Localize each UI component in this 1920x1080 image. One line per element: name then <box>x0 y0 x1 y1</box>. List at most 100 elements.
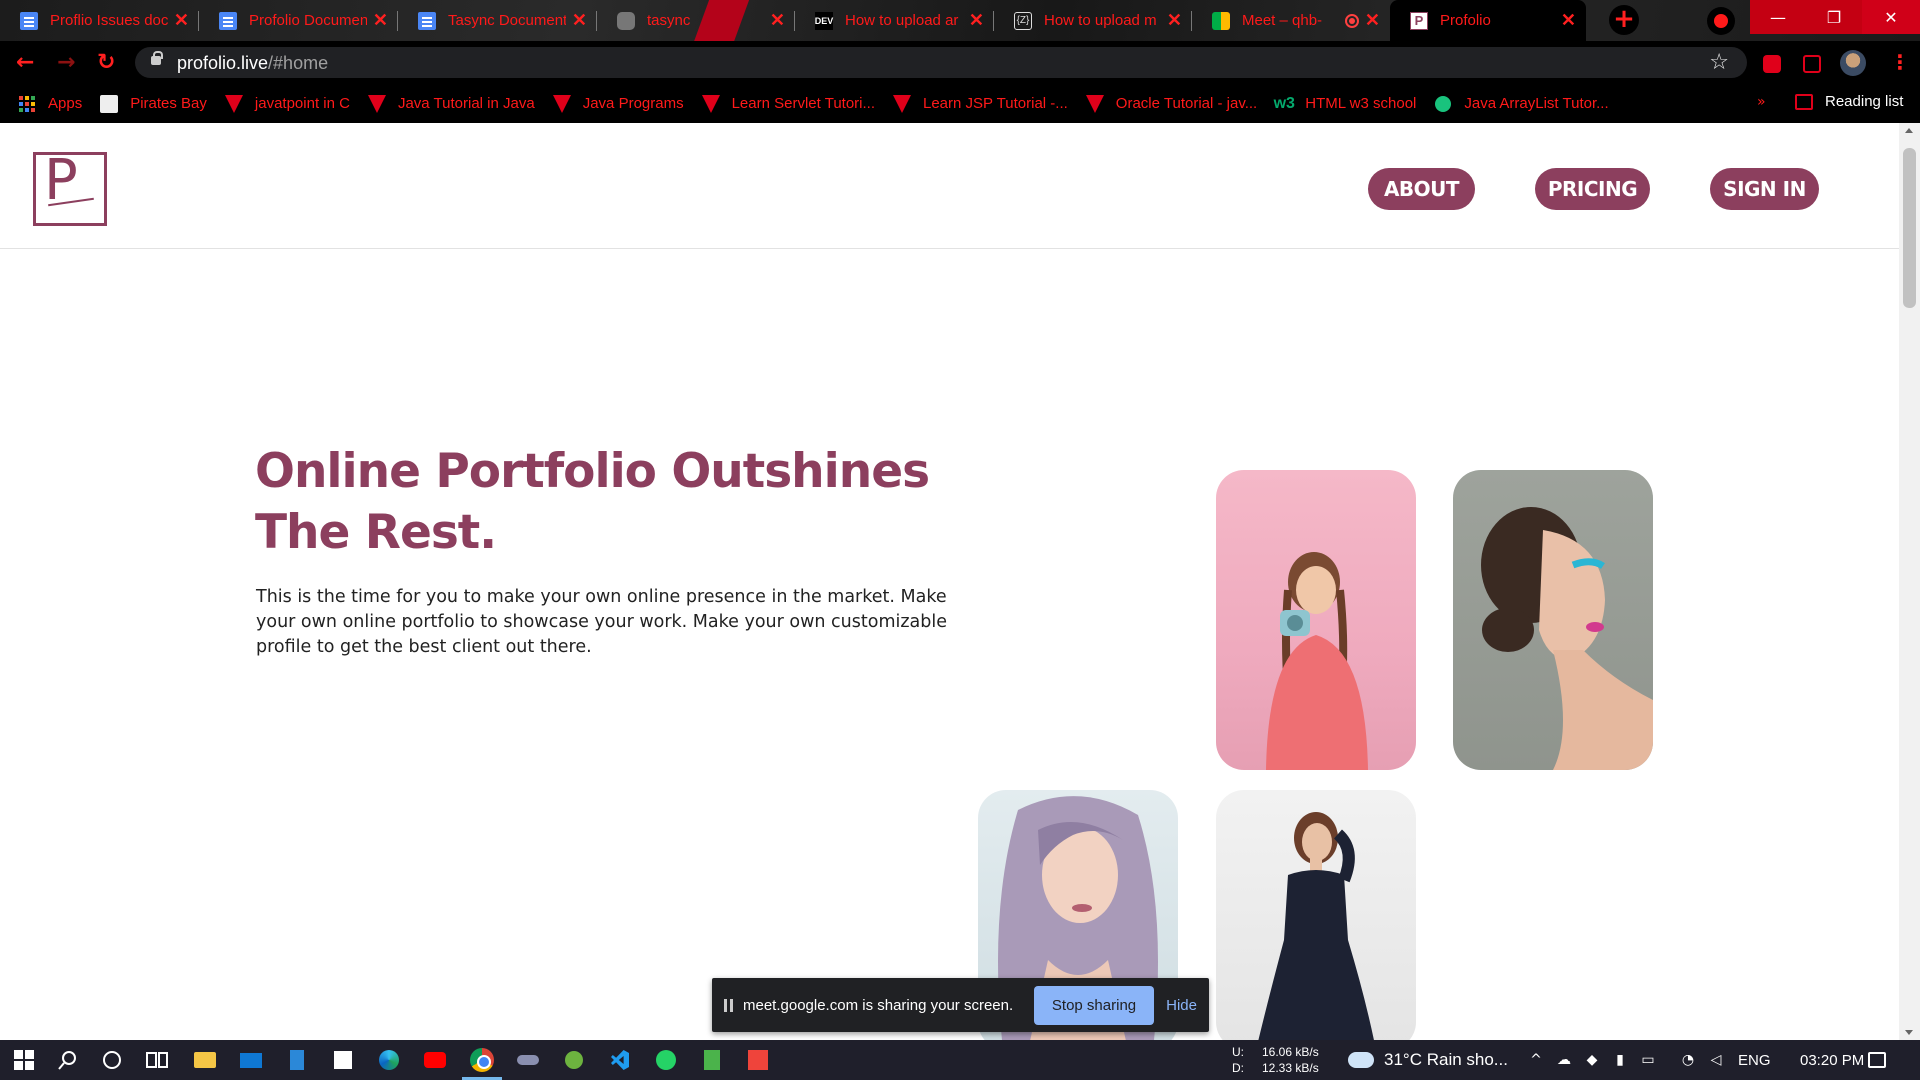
anydesk-icon[interactable] <box>746 1048 770 1072</box>
bookmark-javatpoint-c[interactable]: javatpoint in C <box>224 94 350 113</box>
page-scrollbar[interactable] <box>1899 123 1920 1040</box>
forward-arrow-icon[interactable]: → <box>57 50 75 75</box>
chevron-up-icon[interactable]: ^ <box>1528 1052 1544 1068</box>
nav-sign-in-button[interactable]: SIGN IN <box>1710 168 1819 210</box>
file-explorer-icon[interactable] <box>193 1048 217 1072</box>
bookmark-jsp-tutorial[interactable]: Learn JSP Tutorial -... <box>893 94 1068 113</box>
new-tab-button[interactable]: + <box>1609 5 1639 35</box>
close-window-button[interactable]: ✕ <box>1862 0 1920 34</box>
cortana-icon[interactable] <box>100 1048 124 1072</box>
bookmark-oracle-tutorial[interactable]: Oracle Tutorial - jav... <box>1085 94 1257 113</box>
address-bar[interactable]: profolio.live/#home ☆ <box>135 47 1747 78</box>
site-header: P ABOUT PRICING SIGN IN <box>0 123 1899 249</box>
media-controls-icon[interactable] <box>1803 55 1821 73</box>
stop-sharing-button[interactable]: Stop sharing <box>1033 985 1155 1025</box>
javatpoint-icon <box>1085 94 1104 113</box>
bookmark-java-programs[interactable]: Java Programs <box>552 94 684 113</box>
tab-profolio[interactable]: P Profolio ✕ <box>1390 0 1586 41</box>
tab-proflio-issues[interactable]: Proflio Issues doc ✕ <box>0 0 199 41</box>
pause-icon[interactable] <box>724 998 733 1012</box>
nav-pricing-button[interactable]: PRICING <box>1535 168 1650 210</box>
close-tab-icon[interactable]: ✕ <box>1167 10 1182 31</box>
bookmark-servlet-tutorial[interactable]: Learn Servlet Tutori... <box>701 94 875 113</box>
tab-search-icon[interactable] <box>1707 7 1735 35</box>
minimize-button[interactable]: — <box>1750 0 1806 34</box>
youtube-icon[interactable] <box>423 1048 447 1072</box>
tab-profolio-document[interactable]: Profolio Documen ✕ <box>199 0 398 41</box>
battery-icon[interactable]: ▭ <box>1640 1052 1656 1068</box>
lock-icon[interactable] <box>151 51 163 65</box>
store-icon[interactable] <box>331 1048 355 1072</box>
spreadsheet-icon[interactable] <box>700 1048 724 1072</box>
search-icon[interactable] <box>56 1048 80 1072</box>
weather-widget[interactable]: 31°C Rain sho... <box>1348 1040 1508 1080</box>
onedrive-icon[interactable]: ☁ <box>1556 1052 1572 1068</box>
tab-z-upload[interactable]: {Z} How to upload m ✕ <box>994 0 1192 41</box>
maximize-button[interactable]: ❐ <box>1806 0 1862 34</box>
extensions-icon[interactable] <box>1763 55 1781 73</box>
scroll-up-icon[interactable] <box>1905 128 1913 133</box>
close-tab-icon[interactable]: ✕ <box>770 10 785 31</box>
tab-dev-upload[interactable]: DEV How to upload ar ✕ <box>795 0 994 41</box>
close-tab-icon[interactable]: ✕ <box>572 10 587 31</box>
scroll-thumb[interactable] <box>1903 148 1916 308</box>
bookmark-arraylist-tutorial[interactable]: Java ArrayList Tutor... <box>1434 95 1609 113</box>
reload-icon[interactable]: ↻ <box>97 50 115 75</box>
reading-list-icon <box>1795 93 1813 110</box>
tab-title: How to upload ar <box>845 12 959 29</box>
page-viewport: P ABOUT PRICING SIGN IN Online Portfolio… <box>0 123 1920 1040</box>
reading-list-button[interactable]: Reading list <box>1795 93 1903 110</box>
windows-taskbar: U: D: 16.06 kB/s 12.33 kB/s 31°C Rain sho.… <box>0 1040 1920 1080</box>
close-tab-icon[interactable]: ✕ <box>174 10 189 31</box>
download-speed: 12.33 kB/s <box>1262 1061 1319 1075</box>
chrome-icon[interactable] <box>470 1048 494 1072</box>
task-view-icon[interactable] <box>145 1048 169 1072</box>
microphone-icon[interactable]: ▮ <box>1612 1052 1628 1068</box>
profile-avatar[interactable] <box>1840 50 1866 76</box>
close-tab-icon[interactable]: ✕ <box>969 10 984 31</box>
whatsapp-icon[interactable] <box>654 1048 678 1072</box>
bookmark-pirates-bay[interactable]: Pirates Bay <box>100 94 207 113</box>
profolio-logo[interactable]: P <box>33 152 107 226</box>
dropbox-icon[interactable]: ◆ <box>1584 1052 1600 1068</box>
edge-icon[interactable] <box>377 1048 401 1072</box>
vscode-icon[interactable] <box>608 1048 632 1072</box>
apps-grid-icon <box>18 95 36 113</box>
wifi-icon[interactable]: ◔ <box>1680 1052 1696 1068</box>
scroll-down-icon[interactable] <box>1905 1030 1913 1035</box>
portfolio-photo-dark-dress <box>1216 790 1416 1040</box>
javatpoint-icon <box>224 94 243 113</box>
close-tab-icon[interactable]: ✕ <box>373 10 388 31</box>
bookmark-star-icon[interactable]: ☆ <box>1709 50 1729 75</box>
hide-button[interactable]: Hide <box>1166 997 1197 1014</box>
tab-title: Tasync Document <box>448 12 566 29</box>
volume-icon[interactable]: ◁ <box>1708 1052 1724 1068</box>
mail-icon[interactable] <box>239 1048 263 1072</box>
notifications-icon[interactable] <box>1868 1040 1886 1080</box>
menu-kebab-icon[interactable]: ⋮ <box>1890 50 1910 74</box>
spring-tools-icon[interactable] <box>562 1048 586 1072</box>
more-bookmarks-icon[interactable]: » <box>1757 94 1766 110</box>
javatpoint-icon <box>701 94 720 113</box>
tab-strip: Proflio Issues doc ✕ Profolio Documen ✕ … <box>0 0 1920 41</box>
windows-start-icon[interactable] <box>12 1048 36 1072</box>
z-icon: {Z} <box>1014 11 1032 30</box>
app-pill-icon[interactable] <box>516 1048 540 1072</box>
language-indicator[interactable]: ENG <box>1738 1040 1771 1080</box>
url-text[interactable]: profolio.live/#home <box>177 53 328 74</box>
bookmark-java-tutorial[interactable]: Java Tutorial in Java <box>367 94 535 113</box>
close-tab-icon[interactable]: ✕ <box>1365 10 1380 31</box>
notes-icon[interactable] <box>285 1048 309 1072</box>
javatpoint-icon <box>552 94 571 113</box>
tab-title: Meet – qhb- <box>1242 12 1323 29</box>
tab-tasync-document[interactable]: Tasync Document ✕ <box>398 0 597 41</box>
tab-google-meet[interactable]: Meet – qhb- ✕ <box>1192 0 1390 41</box>
clock[interactable]: 03:20 PM <box>1800 1040 1864 1080</box>
back-arrow-icon[interactable]: ← <box>16 50 34 75</box>
tab-tasync[interactable]: tasync ✕ <box>597 0 795 41</box>
nav-about-button[interactable]: ABOUT <box>1368 168 1475 210</box>
close-tab-icon[interactable]: ✕ <box>1561 10 1576 31</box>
bookmarks-bar: Apps Pirates Bay javatpoint in C Java Tu… <box>0 84 1920 123</box>
bookmark-w3schools[interactable]: w3 HTML w3 school <box>1274 95 1417 113</box>
bookmark-apps[interactable]: Apps <box>18 95 82 113</box>
